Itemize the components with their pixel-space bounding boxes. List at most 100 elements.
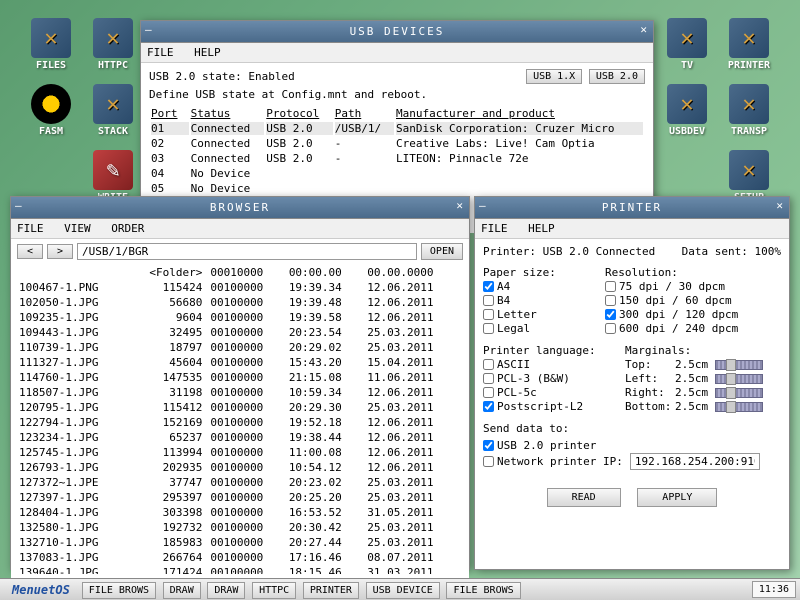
margin-slider[interactable] [715, 388, 763, 398]
open-button[interactable]: OPEN [421, 243, 463, 260]
printer-titlebar[interactable]: — PRINTER ✕ [475, 197, 789, 219]
margin-slider[interactable] [715, 360, 763, 370]
taskbar-button[interactable]: FILE BROWS [446, 582, 520, 599]
icon-stack[interactable]: STACK [86, 84, 140, 137]
usb-row[interactable]: 01ConnectedUSB 2.0/USB/1/SanDisk Corpora… [151, 122, 643, 135]
menu-file[interactable]: FILE [481, 222, 508, 235]
taskbar-button[interactable]: DRAW [163, 582, 201, 599]
paper-letter-checkbox[interactable] [483, 309, 494, 320]
icon-httpc[interactable]: HTTPC [86, 18, 140, 71]
minimize-icon[interactable]: — [479, 199, 488, 212]
file-row[interactable]: 122794-1.JPG1521690010000019:52.1812.06.… [19, 416, 461, 429]
path-input[interactable] [77, 243, 417, 260]
menu-help[interactable]: HELP [194, 46, 221, 59]
folder-row[interactable]: <Folder> 00010000 00:00.00 00.00.0000 [19, 266, 461, 279]
icon-transp[interactable]: TRANSP [722, 84, 776, 137]
usb-titlebar[interactable]: — USB DEVICES ✕ [141, 21, 653, 43]
window-title: BROWSER [210, 201, 270, 214]
printer-status: Printer: USB 2.0 Connected [483, 245, 655, 258]
minimize-icon[interactable]: — [145, 23, 154, 36]
window-title: PRINTER [602, 201, 662, 214]
usb-row[interactable]: 02ConnectedUSB 2.0-Creative Labs: Live! … [151, 137, 643, 150]
file-row[interactable]: 111327-1.JPG456040010000015:43.2015.04.2… [19, 356, 461, 369]
printer-menubar: FILE HELP [475, 219, 789, 239]
paper-a4-checkbox[interactable] [483, 281, 494, 292]
usb1x-button[interactable]: USB 1.X [526, 69, 582, 84]
file-row[interactable]: 127397-1.JPG2953970010000020:25.2025.03.… [19, 491, 461, 504]
language-checkbox[interactable] [483, 373, 494, 384]
browser-titlebar[interactable]: — BROWSER ✕ [11, 197, 469, 219]
file-row[interactable]: 109235-1.JPG96040010000019:39.5812.06.20… [19, 311, 461, 324]
resolution-checkbox[interactable] [605, 281, 616, 292]
file-row[interactable]: 125745-1.JPG1139940010000011:00.0812.06.… [19, 446, 461, 459]
usb2-button[interactable]: USB 2.0 [589, 69, 645, 84]
usb-define-text: Define USB state at Config.mnt and reboo… [149, 88, 645, 101]
menu-file[interactable]: FILE [147, 46, 174, 59]
close-icon[interactable]: ✕ [456, 199, 465, 212]
usb-row[interactable]: 03ConnectedUSB 2.0-LITEON: Pinnacle 72e [151, 152, 643, 165]
window-title: USB DEVICES [350, 25, 445, 38]
margin-slider[interactable] [715, 374, 763, 384]
file-row[interactable]: 114760-1.JPG1475350010000021:15.0811.06.… [19, 371, 461, 384]
clock: 11:36 [752, 581, 796, 598]
file-row[interactable]: 120795-1.JPG1154120010000020:29.3025.03.… [19, 401, 461, 414]
printer-language-label: Printer language: [483, 344, 613, 357]
file-row[interactable]: 132710-1.JPG1859830010000020:27.4425.03.… [19, 536, 461, 549]
icon-fasm[interactable]: FASM [24, 84, 78, 137]
marginals-label: Marginals: [625, 344, 781, 357]
tools-icon [729, 84, 769, 124]
minimize-icon[interactable]: — [15, 199, 24, 212]
language-checkbox[interactable] [483, 387, 494, 398]
close-icon[interactable]: ✕ [776, 199, 785, 212]
tools-icon [93, 18, 133, 58]
file-row[interactable]: 102050-1.JPG566800010000019:39.4812.06.2… [19, 296, 461, 309]
file-row[interactable]: 118507-1.JPG311980010000010:59.3412.06.2… [19, 386, 461, 399]
nav-back-button[interactable]: < [17, 244, 43, 259]
file-row[interactable]: 123234-1.JPG652370010000019:38.4412.06.2… [19, 431, 461, 444]
menu-order[interactable]: ORDER [111, 222, 144, 235]
paper-b4-checkbox[interactable] [483, 295, 494, 306]
file-row[interactable]: 100467-1.PNG1154240010000019:39.3412.06.… [19, 281, 461, 294]
icon-tv[interactable]: TV [660, 18, 714, 71]
language-checkbox[interactable] [483, 401, 494, 412]
taskbar: MenuetOS FILE BROWS DRAW DRAW HTTPC PRIN… [0, 578, 800, 600]
resolution-checkbox[interactable] [605, 295, 616, 306]
file-row[interactable]: 126793-1.JPG2029350010000010:54.1212.06.… [19, 461, 461, 474]
resolution-checkbox[interactable] [605, 309, 616, 320]
icon-files[interactable]: FILES [24, 18, 78, 71]
usb-row[interactable]: 04No Device [151, 167, 643, 180]
resolution-checkbox[interactable] [605, 323, 616, 334]
file-row[interactable]: 109443-1.JPG324950010000020:23.5425.03.2… [19, 326, 461, 339]
language-checkbox[interactable] [483, 359, 494, 370]
menu-help[interactable]: HELP [528, 222, 555, 235]
taskbar-button[interactable]: PRINTER [303, 582, 359, 599]
taskbar-button[interactable]: USB DEVICE [366, 582, 440, 599]
network-ip-input[interactable] [630, 453, 760, 470]
file-row[interactable]: 128404-1.JPG3033980010000016:53.5231.05.… [19, 506, 461, 519]
file-row[interactable]: 139640-1.JPG1714240010000018:15.4631.03.… [19, 566, 461, 574]
usb-row[interactable]: 05No Device [151, 182, 643, 195]
file-row[interactable]: 132580-1.JPG1927320010000020:30.4225.03.… [19, 521, 461, 534]
apply-button[interactable]: APPLY [637, 488, 717, 507]
close-icon[interactable]: ✕ [640, 23, 649, 36]
send-network-checkbox[interactable] [483, 456, 494, 467]
nav-forward-button[interactable]: > [47, 244, 73, 259]
file-row[interactable]: 110739-1.JPG187970010000020:29.0225.03.2… [19, 341, 461, 354]
icon-printer[interactable]: PRINTER [722, 18, 776, 71]
usb-state-text: USB 2.0 state: Enabled [149, 70, 295, 83]
menu-view[interactable]: VIEW [64, 222, 91, 235]
send-usb-checkbox[interactable] [483, 440, 494, 451]
file-row[interactable]: 137083-1.JPG2667640010000017:16.4608.07.… [19, 551, 461, 564]
start-menu[interactable]: MenuetOS [4, 581, 78, 599]
margin-slider[interactable] [715, 402, 763, 412]
paper-legal-checkbox[interactable] [483, 323, 494, 334]
taskbar-button[interactable]: FILE BROWS [82, 582, 156, 599]
tools-icon [667, 18, 707, 58]
icon-usbdev[interactable]: USBDEV [660, 84, 714, 137]
menu-file[interactable]: FILE [17, 222, 44, 235]
tools-icon [729, 150, 769, 190]
read-button[interactable]: READ [547, 488, 621, 507]
file-row[interactable]: 127372~1.JPE377470010000020:23.0225.03.2… [19, 476, 461, 489]
taskbar-button[interactable]: HTTPC [252, 582, 296, 599]
taskbar-button[interactable]: DRAW [207, 582, 245, 599]
